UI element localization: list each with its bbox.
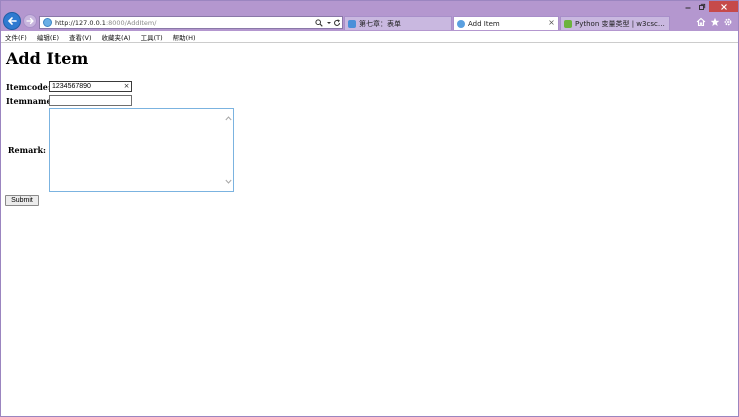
scroll-up-icon[interactable] [224, 114, 232, 122]
menu-tools[interactable]: 工具(T) [141, 32, 163, 42]
favorites-button[interactable] [709, 16, 721, 28]
itemcode-label: Itemcode: [6, 82, 51, 92]
menu-favorites[interactable]: 收藏夹(A) [102, 32, 131, 42]
refresh-icon [334, 18, 340, 26]
chevron-up-icon [224, 115, 232, 120]
search-icon [315, 18, 323, 27]
url-host: http://127.0.0.1 [55, 18, 106, 27]
page-title: Add Item [6, 49, 89, 68]
page-favicon-icon [43, 18, 52, 27]
forward-arrow-icon [26, 17, 34, 25]
tab-label: 第七章：表单 [359, 19, 401, 28]
gear-icon [724, 18, 732, 26]
close-icon [720, 3, 727, 10]
menu-help[interactable]: 帮助(H) [173, 32, 196, 42]
submit-button[interactable]: Submit [5, 195, 39, 206]
home-button[interactable] [695, 16, 707, 28]
close-tab-icon[interactable]: × [547, 18, 556, 28]
tab-label: Python 变量类型 | w3cschool... [575, 19, 667, 28]
tab-python-variable-types[interactable]: Python 变量类型 | w3cschool... [560, 16, 670, 30]
refresh-button[interactable] [332, 17, 342, 28]
itemname-input[interactable] [49, 95, 132, 106]
tab-favicon-icon [348, 19, 356, 28]
back-button[interactable] [3, 12, 21, 30]
tab-chapter-seven-forms[interactable]: 第七章：表单 [344, 16, 452, 30]
close-window-button[interactable] [709, 1, 738, 12]
star-icon [710, 17, 720, 26]
minimize-icon [685, 7, 691, 8]
url-path: :8000/AddItem/ [105, 18, 157, 27]
page-content: Add Item Itemcode: 1234567890 × Itemname… [1, 44, 738, 416]
address-search-button[interactable] [314, 17, 324, 28]
home-icon [696, 17, 706, 27]
itemname-label: Itemname: [6, 96, 55, 106]
browser-titlebar: http://127.0.0.1 :8000/AddItem/ 第七章：表单 A… [1, 1, 738, 31]
minimize-button[interactable] [681, 1, 695, 12]
back-arrow-icon [7, 17, 17, 25]
tab-favicon-icon [457, 19, 465, 28]
tab-favicon-icon [564, 19, 572, 28]
tab-label: Add Item [468, 19, 500, 28]
scroll-down-icon[interactable] [224, 177, 232, 185]
clear-input-icon[interactable]: × [122, 81, 131, 92]
remark-label: Remark: [7, 145, 46, 155]
forward-button[interactable] [23, 14, 37, 28]
menu-edit[interactable]: 编辑(E) [37, 32, 59, 42]
restore-button[interactable] [695, 1, 709, 12]
restore-icon [699, 3, 706, 10]
menu-bar: 文件(F) 编辑(E) 查看(V) 收藏夹(A) 工具(T) 帮助(H) [1, 31, 738, 43]
menu-file[interactable]: 文件(F) [5, 32, 27, 42]
remark-textarea[interactable] [49, 108, 234, 192]
address-bar[interactable]: http://127.0.0.1 :8000/AddItem/ [39, 16, 343, 29]
tools-button[interactable] [722, 16, 734, 28]
menu-view[interactable]: 查看(V) [69, 32, 92, 42]
itemcode-input[interactable]: 1234567890 [49, 81, 132, 92]
chevron-down-icon [224, 179, 232, 184]
tab-add-item[interactable]: Add Item × [453, 16, 559, 30]
browser-window: http://127.0.0.1 :8000/AddItem/ 第七章：表单 A… [0, 0, 739, 417]
